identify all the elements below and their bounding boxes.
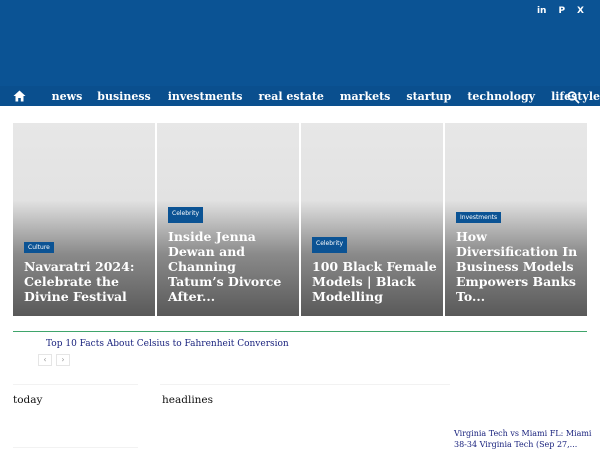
- ticker-pager: ‹ ›: [38, 354, 70, 366]
- category-badge[interactable]: Investments: [456, 212, 502, 223]
- category-badge[interactable]: Culture: [24, 242, 54, 253]
- category-badge[interactable]: Celebrity: [168, 207, 204, 223]
- site-header: in P X: [0, 0, 600, 86]
- featured-card[interactable]: Celebrity 100 Black Female Models | Blac…: [301, 123, 443, 316]
- featured-grid: Culture Navaratri 2024: Celebrate the Di…: [13, 123, 587, 316]
- chevron-left-icon[interactable]: ‹: [38, 354, 52, 366]
- chevron-right-icon[interactable]: ›: [56, 354, 70, 366]
- ticker-headline[interactable]: Top 10 Facts About Celsius to Fahrenheit…: [46, 339, 289, 349]
- ticker-divider: [13, 331, 587, 332]
- featured-card[interactable]: Investments How Diversification In Busin…: [445, 123, 587, 316]
- pinterest-icon[interactable]: P: [558, 6, 565, 16]
- nav-item-news[interactable]: news: [52, 90, 83, 103]
- main-nav: news business investments real estate ma…: [0, 86, 600, 106]
- nav-item-markets[interactable]: markets: [340, 90, 390, 103]
- sidebar-article-link[interactable]: Virginia Tech vs Miami FL: Miami 38-34 V…: [454, 428, 594, 450]
- section-divider: [13, 447, 138, 448]
- section-title-today: today: [13, 394, 43, 406]
- nav-item-real-estate[interactable]: real estate: [258, 90, 323, 103]
- social-links: in P X: [537, 6, 584, 16]
- card-title[interactable]: How Diversification In Business Models E…: [456, 229, 581, 304]
- home-icon[interactable]: [0, 90, 40, 102]
- section-divider: [160, 384, 450, 385]
- nav-item-business[interactable]: business: [97, 90, 150, 103]
- nav-item-investments[interactable]: investments: [168, 90, 243, 103]
- nav-item-technology[interactable]: technology: [467, 90, 535, 103]
- featured-card[interactable]: Culture Navaratri 2024: Celebrate the Di…: [13, 123, 155, 316]
- nav-item-startup[interactable]: startup: [406, 90, 451, 103]
- search-icon[interactable]: [567, 89, 580, 108]
- category-badge[interactable]: Celebrity: [312, 237, 348, 253]
- card-title[interactable]: Inside Jenna Dewan and Channing Tatum’s …: [168, 229, 293, 304]
- x-icon[interactable]: X: [577, 6, 584, 16]
- featured-card[interactable]: Celebrity Inside Jenna Dewan and Channin…: [157, 123, 299, 316]
- linkedin-icon[interactable]: in: [537, 6, 547, 16]
- section-title-headlines: headlines: [162, 394, 214, 406]
- card-title[interactable]: 100 Black Female Models | Black Modellin…: [312, 259, 437, 304]
- card-title[interactable]: Navaratri 2024: Celebrate the Divine Fes…: [24, 259, 149, 304]
- section-divider: [13, 384, 138, 385]
